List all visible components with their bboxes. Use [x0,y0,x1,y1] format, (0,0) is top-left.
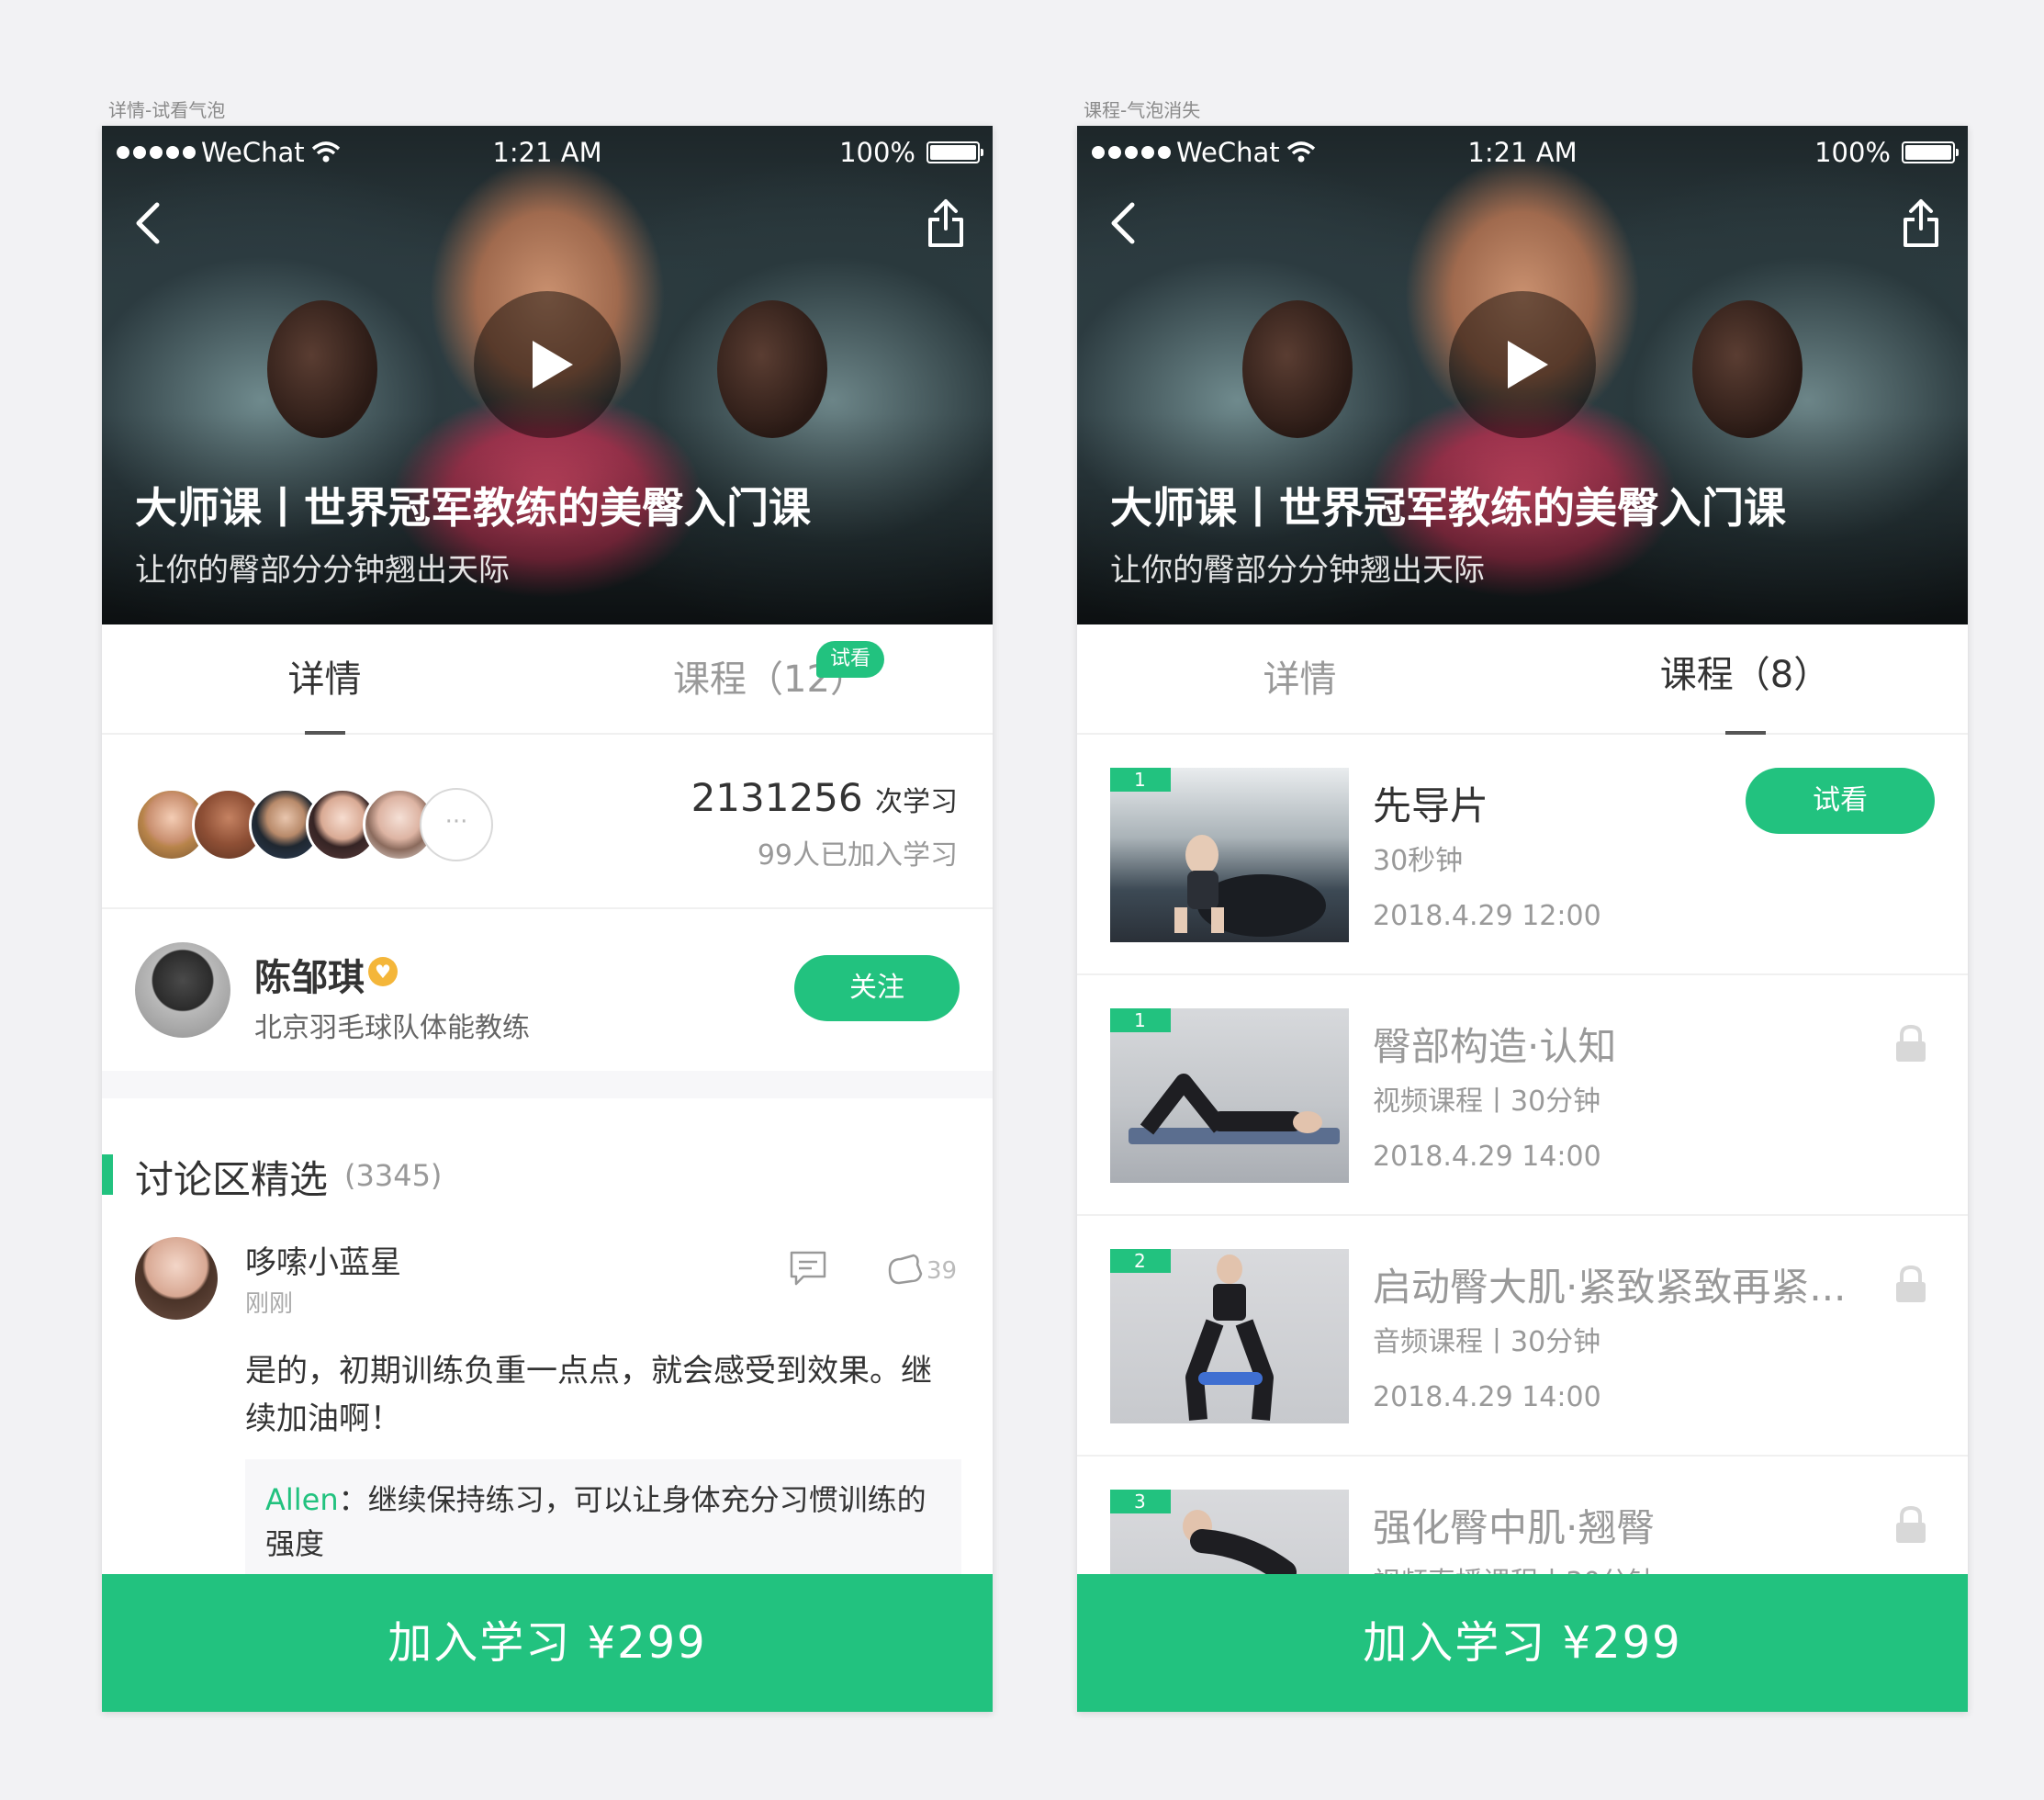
share-icon[interactable] [923,196,969,251]
lock-icon [1896,1265,1926,1302]
tab-courses[interactable]: 课程（12） [547,624,993,735]
learn-count-value: 2131256 [691,775,863,820]
lesson-thumbnail[interactable]: 1 [1110,1008,1349,1183]
lesson-meta: 音频课程丨30分钟 [1373,1326,1601,1358]
teacher-description: 北京羽毛球队体能教练 [254,1012,530,1044]
like-count: 39 [927,1257,958,1285]
lesson-number-badge: 1 [1110,1008,1171,1032]
lesson-title: 启动臀大肌·紧致紧致再紧... [1373,1265,1847,1310]
lesson-title: 臀部构造·认知 [1373,1024,1617,1069]
learn-count: 2131256 次学习 [691,775,958,820]
lesson-title: 强化臀中肌·翘臀 [1373,1505,1656,1550]
discussion-count: (3345) [344,1158,443,1193]
learn-count-unit: 次学习 [875,786,958,818]
lesson-item[interactable]: 1 先导片 30秒钟 2018.4.29 12:00 试看 [1077,735,1968,975]
phone-detail-screen: WeChat 1:21 AM 100% 大师课丨世界冠军教练的美臀入门课 让你的… [102,126,993,1712]
course-title: 大师课丨世界冠军教练的美臀入门课 [135,483,811,533]
battery-icon [1902,141,1959,163]
phone-course-screen: WeChat 1:21 AM 100% 大师课丨世界冠军教练的美臀入门课 让你的… [1077,126,1968,1712]
lock-icon [1896,1505,1926,1543]
reply-author[interactable]: Allen [265,1482,339,1517]
joined-count: 99人已加入学习 [757,839,958,872]
tab-bar: 详情 课程（8） [1077,624,1968,735]
lesson-date: 2018.4.29 14:00 [1373,1141,1601,1173]
trial-bubble: 试看 [816,641,884,678]
tab-courses[interactable]: 课程（8） [1522,624,1968,735]
lesson-number-badge: 3 [1110,1490,1171,1513]
tab-label: 详情 [287,658,362,701]
hero-banner[interactable]: WeChat 1:21 AM 100% 大师课丨世界冠军教练的美臀入门课 让你的… [1077,126,1968,624]
lesson-image [1129,1074,1340,1144]
play-icon[interactable] [474,291,621,438]
dumbbell-image [717,300,827,438]
lesson-meta: 30秒钟 [1373,845,1464,877]
teacher-name: 陈邹琪 [254,957,365,999]
status-bar: WeChat 1:21 AM 100% [102,126,993,183]
discussion-title: 讨论区精选 [135,1157,329,1202]
reply-box[interactable]: Allen：继续保持练习，可以让身体充分习惯训练的强度 [245,1459,961,1579]
verified-icon: ♥ [368,957,398,986]
back-arrow-icon[interactable] [1101,196,1147,251]
section-divider [102,1071,993,1098]
tab-label: 详情 [1263,658,1337,701]
lesson-item[interactable]: 2 启动臀大肌·紧致紧致再紧... 音频课程丨30分钟 2018.4.29 14… [1077,1216,1968,1457]
tab-label: 课程（8） [1659,654,1831,696]
play-icon[interactable] [1449,291,1596,438]
teacher-avatar[interactable] [135,942,230,1038]
lesson-image [1185,1254,1274,1421]
section-accent-bar [102,1154,113,1195]
like-icon[interactable] [886,1252,925,1287]
dumbbell-image [267,300,377,438]
lesson-meta: 视频课程丨30分钟 [1373,1086,1601,1118]
tab-bar: 详情 课程（12） 试看 [102,624,993,735]
tab-details[interactable]: 详情 [102,624,547,735]
comment-author: 哆嗦小蓝星 [245,1244,401,1281]
artboard-label: 课程-气泡消失 [1084,99,1201,121]
lock-icon [1896,1024,1926,1062]
lesson-number-badge: 1 [1110,768,1171,792]
join-button[interactable]: 加入学习 ¥299 [102,1574,993,1712]
battery-percent: 100% [839,137,915,168]
reply-icon[interactable] [789,1250,827,1287]
lesson-thumbnail[interactable]: 2 [1110,1249,1349,1423]
lesson-number-badge: 2 [1110,1249,1171,1273]
course-subtitle: 让你的臀部分分钟翘出天际 [1110,552,1485,589]
teacher-card[interactable]: 陈邹琪 ♥ 北京羽毛球队体能教练 关注 [102,909,993,1071]
trial-watch-button[interactable]: 试看 [1746,768,1935,834]
lesson-item[interactable]: 1 臀部构造·认知 视频课程丨30分钟 2018.4.29 14:00 [1077,975,1968,1216]
back-arrow-icon[interactable] [126,196,172,251]
join-button[interactable]: 加入学习 ¥299 [1077,1574,1968,1712]
learners-row[interactable]: ··· 2131256 次学习 99人已加入学习 [102,735,993,909]
comment-time: 刚刚 [245,1290,294,1318]
lesson-thumbnail[interactable]: 1 [1110,768,1349,942]
course-subtitle: 让你的臀部分分钟翘出天际 [135,552,510,589]
tab-details[interactable]: 详情 [1077,624,1522,735]
status-bar: WeChat 1:21 AM 100% [1077,126,1968,183]
dumbbell-image [1692,300,1803,438]
avatar[interactable] [135,1237,218,1320]
artboard-label: 详情-试看气泡 [108,99,226,121]
follow-button[interactable]: 关注 [794,955,960,1021]
hero-banner[interactable]: WeChat 1:21 AM 100% 大师课丨世界冠军教练的美臀入门课 让你的… [102,126,993,624]
battery-icon [927,141,983,163]
lesson-date: 2018.4.29 14:00 [1373,1381,1601,1413]
dumbbell-image [1242,300,1353,438]
comment-body: 是的，初期训练负重一点点，就会感受到效果。继续加油啊！ [245,1353,932,1437]
battery-percent: 100% [1814,137,1891,168]
share-icon[interactable] [1898,196,1944,251]
lesson-title: 先导片 [1373,783,1489,828]
discussion-header: 讨论区精选 (3345) [102,1145,993,1202]
more-avatars-icon[interactable]: ··· [420,788,493,861]
course-title: 大师课丨世界冠军教练的美臀入门课 [1110,483,1786,533]
lesson-date: 2018.4.29 12:00 [1373,900,1601,932]
reply-text: ：继续保持练习，可以让身体充分习惯训练的强度 [265,1482,927,1561]
lesson-image [1174,835,1326,937]
